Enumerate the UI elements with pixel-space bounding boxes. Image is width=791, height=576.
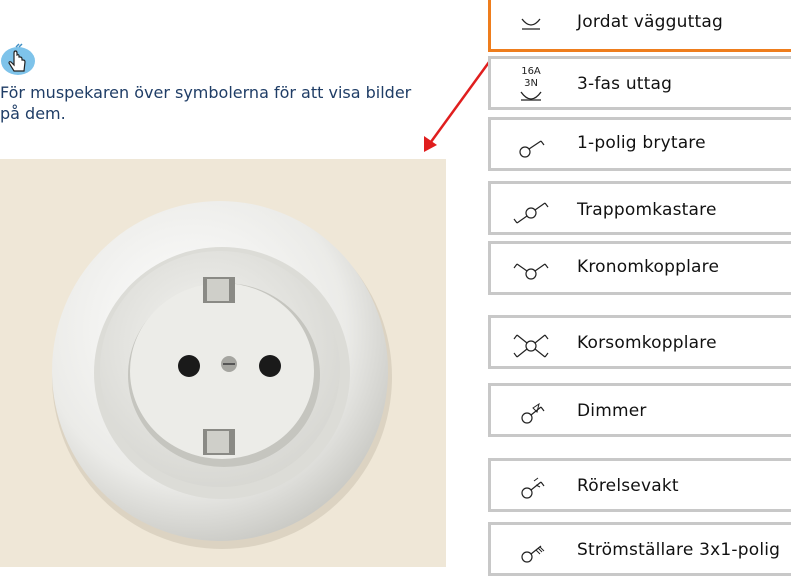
symbol-label: Rörelsevakt xyxy=(577,476,679,496)
motion-sensor-symbol-icon xyxy=(521,477,545,499)
symbol-label: 3-fas uttag xyxy=(577,74,673,94)
symbol-label: 1-polig brytare xyxy=(577,133,706,153)
chandelier-switch-symbol-icon xyxy=(513,263,549,280)
symbol-single-pole-switch[interactable]: 1-polig brytare xyxy=(488,117,791,171)
symbol-two-way-switch[interactable]: Trappomkastare xyxy=(488,181,791,235)
symbol-motion-sensor[interactable]: Rörelsevakt xyxy=(488,458,791,512)
symbol-label: Korsomkopplare xyxy=(577,333,717,353)
socket-photo xyxy=(0,159,446,567)
symbol-three-phase-socket[interactable]: 16A 3N 3-fas uttag xyxy=(488,56,791,110)
instruction-text: För muspekaren över symbolerna för att v… xyxy=(0,83,412,123)
triple-pole-switch-symbol-icon xyxy=(521,545,545,563)
symbol-label: Jordat vägguttag xyxy=(577,12,723,32)
symbol-intermediate-switch[interactable]: Korsomkopplare xyxy=(488,315,791,369)
pointer-hand-icon xyxy=(1,43,35,75)
symbol-label: Trappomkastare xyxy=(577,200,717,220)
three-phase-socket-symbol-icon: 16A 3N xyxy=(520,66,542,101)
symbol-label: Strömställare 3x1-polig xyxy=(577,540,781,560)
two-way-switch-symbol-icon xyxy=(513,202,549,224)
symbol-triple-pole-switch[interactable]: Strömställare 3x1-polig xyxy=(488,522,791,576)
symbol-grounded-socket[interactable]: Jordat vägguttag xyxy=(488,0,791,52)
symbol-chandelier-switch[interactable]: Kronomkopplare xyxy=(488,241,791,295)
socket-phase-text: 3N xyxy=(524,78,538,89)
symbol-label: Dimmer xyxy=(577,401,647,421)
dimmer-symbol-icon xyxy=(521,402,545,424)
symbol-dimmer[interactable]: Dimmer xyxy=(488,383,791,437)
symbol-label: Kronomkopplare xyxy=(577,257,720,277)
single-pole-switch-symbol-icon xyxy=(519,140,545,158)
grounded-socket-symbol-icon xyxy=(521,18,541,30)
intermediate-switch-symbol-icon xyxy=(513,334,549,358)
socket-rating-text: 16A xyxy=(521,66,541,77)
